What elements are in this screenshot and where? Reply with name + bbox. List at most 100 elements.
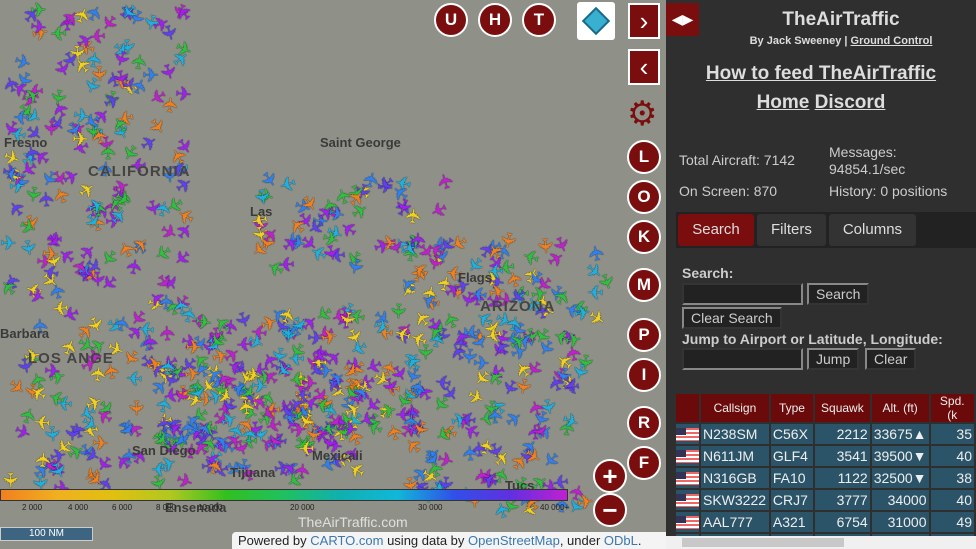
aircraft-icon[interactable]: ✈ <box>573 301 593 325</box>
aircraft-icon[interactable]: ✈ <box>585 242 610 263</box>
tab-filters[interactable]: Filters <box>757 214 826 246</box>
clear-button[interactable]: Clear <box>865 348 917 370</box>
nav-links: Home Discord <box>666 92 976 114</box>
collapse-icon[interactable]: ‹ <box>628 49 660 85</box>
aircraft-icon[interactable]: ✈ <box>510 376 535 396</box>
odbl-link[interactable]: ODbL <box>604 533 638 548</box>
col-altitude[interactable]: Alt. (ft) <box>871 394 929 422</box>
aircraft-icon[interactable]: ✈ <box>160 96 183 114</box>
map-label: Mexicali <box>312 448 363 463</box>
jump-button[interactable]: Jump <box>807 348 860 370</box>
aircraft-icon[interactable]: ✈ <box>137 317 156 340</box>
byline: By Jack Sweeney | Ground Control <box>706 35 976 47</box>
panel-toggle-button[interactable]: ◀▶ <box>666 3 699 36</box>
col-squawk[interactable]: Squawk <box>815 394 870 422</box>
aircraft-icon[interactable]: ✈ <box>0 233 17 255</box>
r-button[interactable]: R <box>627 406 661 440</box>
aircraft-icon[interactable]: ✈ <box>123 257 148 277</box>
f-button[interactable]: F <box>627 446 661 480</box>
table-row[interactable]: N316GB FA10 1122 32500▼ 38 <box>676 468 974 488</box>
aircraft-icon[interactable]: ✈ <box>98 143 120 160</box>
jump-input[interactable] <box>682 348 803 370</box>
aircraft-icon[interactable]: ✈ <box>71 129 88 151</box>
aircraft-icon[interactable]: ✈ <box>11 50 34 76</box>
aircraft-icon[interactable]: ✈ <box>124 399 146 416</box>
aircraft-icon[interactable]: ✈ <box>408 232 430 249</box>
aircraft-icon[interactable]: ✈ <box>0 471 20 488</box>
settings-gear-icon[interactable]: ⚙ <box>627 96 657 132</box>
col-callsign[interactable]: Callsign <box>701 394 769 422</box>
aircraft-icon[interactable]: ✈ <box>21 184 45 204</box>
aircraft-icon[interactable]: ✈ <box>41 243 60 266</box>
expand-icon[interactable]: › <box>628 3 660 39</box>
h-button[interactable]: H <box>478 3 512 37</box>
aircraft-icon[interactable]: ✈ <box>83 50 107 70</box>
table-row[interactable]: AAL777 A321 6754 31000 49 <box>676 512 974 532</box>
carto-link[interactable]: CARTO.com <box>310 533 383 548</box>
map[interactable]: ✈ ✈ ✈ ✈ ✈ ✈ ✈ ✈ ✈ ✈ ✈ ✈ ✈ ✈ ✈ ✈ ✈ ✈ ✈ ✈ ✈ ✈ ✈ ✈ ✈ ✈ ✈ ✈ ✈ ✈ ✈ ✈ ✈ ✈ ✈ ✈ ✈ ✈ ✈ ✈… <box>0 0 666 549</box>
i-button[interactable]: I <box>627 358 661 392</box>
legend-tick: 2 000 <box>22 503 43 512</box>
horizontal-scrollbar[interactable] <box>666 536 976 549</box>
scroll-thumb[interactable] <box>682 538 844 547</box>
aircraft-icon[interactable]: ✈ <box>287 366 307 390</box>
aircraft-icon[interactable]: ✈ <box>460 443 483 462</box>
aircraft-icon[interactable]: ✈ <box>33 451 56 470</box>
discord-link[interactable]: Discord <box>815 92 886 113</box>
aircraft-icon[interactable]: ✈ <box>433 170 459 192</box>
aircraft-icon[interactable]: ✈ <box>15 238 40 258</box>
home-link[interactable]: Home <box>757 92 810 113</box>
aircraft-icon[interactable]: ✈ <box>128 52 152 72</box>
aircraft-icon[interactable]: ✈ <box>426 195 451 222</box>
aircraft-icon[interactable]: ✈ <box>171 218 199 245</box>
how-to-feed-link[interactable]: How to feed TheAirTraffic <box>706 63 936 84</box>
aircraft-icon[interactable]: ✈ <box>154 415 177 433</box>
legend-tick: 4 000 <box>68 503 89 512</box>
zoom-out-button[interactable]: − <box>593 493 627 527</box>
search-button[interactable]: Search <box>807 283 870 305</box>
table-row[interactable]: N611JM GLF4 3541 39500▼ 40 <box>676 446 974 466</box>
aircraft-icon[interactable]: ✈ <box>334 308 359 329</box>
tab-columns[interactable]: Columns <box>828 214 917 246</box>
osm-link[interactable]: OpenStreetMap <box>468 533 560 548</box>
aircraft-icon[interactable]: ✈ <box>276 170 299 196</box>
clear-search-button[interactable]: Clear Search <box>682 307 782 329</box>
aircraft-icon[interactable]: ✈ <box>563 329 583 353</box>
tab-search[interactable]: Search <box>678 214 754 246</box>
m-button[interactable]: M <box>627 268 661 302</box>
col-type[interactable]: Type <box>770 394 814 422</box>
p-button[interactable]: P <box>627 318 661 352</box>
l-button[interactable]: L <box>627 140 661 174</box>
aircraft-icon[interactable]: ✈ <box>51 296 70 319</box>
aircraft-icon[interactable]: ✈ <box>2 161 22 185</box>
table-row[interactable]: SKW3222 CRJ7 3777 34000 40 <box>676 490 974 510</box>
col-speed[interactable]: Spd. (k <box>930 394 974 422</box>
ground-control-link[interactable]: Ground Control <box>851 35 933 47</box>
aircraft-icon[interactable]: ✈ <box>33 409 52 432</box>
aircraft-icon[interactable]: ✈ <box>194 310 214 335</box>
aircraft-icon[interactable]: ✈ <box>45 86 70 106</box>
aircraft-icon[interactable]: ✈ <box>400 413 423 431</box>
legend-tick: 30 000 <box>418 503 443 512</box>
aircraft-icon[interactable]: ✈ <box>326 202 347 227</box>
zoom-in-button[interactable]: + <box>593 459 627 493</box>
layers-button[interactable] <box>577 2 615 40</box>
aircraft-icon[interactable]: ✈ <box>485 407 508 425</box>
aircraft-icon[interactable]: ✈ <box>178 419 201 438</box>
table-row[interactable]: N238SM C56X 2212 33675▲ 35 <box>676 424 974 444</box>
t-button[interactable]: T <box>522 3 556 37</box>
k-button[interactable]: K <box>627 220 661 254</box>
aircraft-icon[interactable]: ✈ <box>458 406 478 430</box>
aircraft-icon[interactable]: ✈ <box>60 424 83 442</box>
u-button[interactable]: U <box>434 3 468 37</box>
aircraft-icon[interactable]: ✈ <box>182 363 201 387</box>
aircraft-icon[interactable]: ✈ <box>386 303 409 321</box>
o-button[interactable]: O <box>627 180 661 214</box>
aircraft-icon[interactable]: ✈ <box>48 57 75 82</box>
aircraft-icon[interactable]: ✈ <box>157 357 181 376</box>
aircraft-icon[interactable]: ✈ <box>537 446 564 473</box>
aircraft-icon[interactable]: ✈ <box>151 457 168 479</box>
search-input[interactable] <box>682 283 803 305</box>
aircraft-icon[interactable]: ✈ <box>587 279 604 301</box>
aircraft-icon[interactable]: ✈ <box>125 366 143 389</box>
